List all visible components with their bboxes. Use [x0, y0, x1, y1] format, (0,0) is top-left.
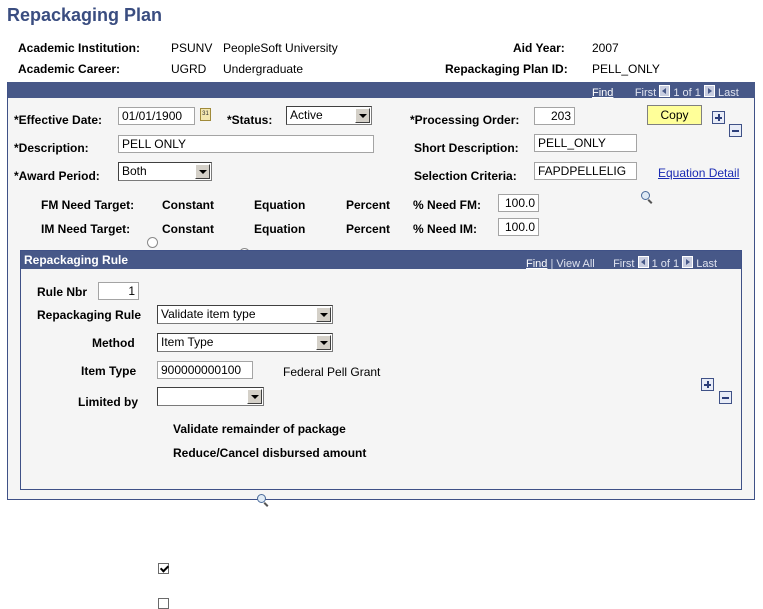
reduce-cancel-label: Reduce/Cancel disbursed amount — [173, 446, 367, 460]
item-type-label: Item Type — [81, 364, 137, 378]
validate-remainder-checkbox[interactable] — [158, 563, 169, 574]
validate-remainder-label: Validate remainder of package — [173, 422, 346, 436]
first-label: First — [634, 87, 657, 99]
equation-detail-link[interactable]: Equation Detail — [658, 166, 739, 180]
award-period-value: Both — [122, 164, 147, 178]
plan-id-value: PELL_ONLY — [592, 62, 660, 76]
im-equation-label: Equation — [254, 222, 306, 236]
previous-icon[interactable] — [659, 85, 671, 97]
fm-constant-radio[interactable] — [147, 237, 158, 248]
processing-order-input[interactable]: 203 — [534, 107, 575, 125]
pct-need-im-label: % Need IM: — [413, 222, 478, 236]
method-label: Method — [92, 336, 135, 350]
delete-rule-icon[interactable] — [719, 391, 732, 404]
description-input[interactable]: PELL ONLY — [118, 135, 374, 153]
add-rule-icon[interactable] — [701, 378, 714, 391]
chevron-down-icon — [316, 335, 331, 350]
reduce-cancel-checkbox[interactable] — [158, 598, 169, 609]
rule-nav: Find | View All First 1 of 1 Last — [526, 256, 717, 270]
im-percent-label: Percent — [346, 222, 391, 236]
delete-row-icon[interactable] — [729, 124, 742, 137]
career-name: Undergraduate — [223, 62, 304, 76]
im-need-target-label: IM Need Target: — [41, 222, 131, 236]
fm-constant-label: Constant — [162, 198, 214, 212]
aid-year-value: 2007 — [592, 41, 619, 55]
award-period-select[interactable]: Both — [118, 162, 212, 181]
next-icon[interactable] — [682, 256, 694, 268]
pct-need-fm-label: % Need FM: — [413, 198, 482, 212]
pct-need-im-input[interactable]: 100.0 — [498, 218, 539, 236]
selection-criteria-input[interactable]: FAPDPELLELIG — [534, 162, 637, 180]
processing-order-label: *Processing Order: — [410, 113, 520, 127]
limited-by-label: Limited by — [78, 395, 139, 409]
plan-nav: Find First 1 of 1 Last — [592, 85, 739, 99]
limited-by-select[interactable] — [157, 387, 264, 406]
career-label: Academic Career: — [18, 62, 121, 76]
effective-date-input[interactable]: 01/01/1900 — [118, 107, 195, 125]
institution-code: PSUNV — [171, 41, 213, 55]
method-select[interactable]: Item Type — [157, 333, 333, 352]
rule-first-label: First — [613, 258, 635, 270]
page-title: Repackaging Plan — [7, 5, 163, 25]
rule-last-label: Last — [696, 258, 718, 270]
rule-nbr-input[interactable]: 1 — [98, 282, 139, 300]
item-type-input[interactable]: 900000000100 — [157, 361, 253, 379]
fm-percent-label: Percent — [346, 198, 391, 212]
short-description-input[interactable]: PELL_ONLY — [534, 134, 637, 152]
rule-nbr-label: Rule Nbr — [37, 285, 88, 299]
fm-need-target-label: FM Need Target: — [41, 198, 135, 212]
nav-separator: | — [550, 258, 554, 270]
im-constant-label: Constant — [162, 222, 214, 236]
status-value: Active — [290, 108, 323, 122]
institution-label: Academic Institution: — [18, 41, 141, 55]
last-label: Last — [717, 87, 739, 99]
find-link[interactable]: Find — [592, 87, 613, 99]
career-code: UGRD — [171, 62, 207, 76]
method-value: Item Type — [161, 335, 214, 349]
institution-name: PeopleSoft University — [223, 41, 338, 55]
repackaging-rule-title: Repackaging Rule — [24, 253, 129, 267]
award-period-label: *Award Period: — [14, 169, 100, 183]
row-count: 1 of 1 — [673, 87, 701, 99]
repackaging-rule-value: Validate item type — [161, 307, 256, 321]
add-row-icon[interactable] — [712, 111, 725, 124]
previous-icon[interactable] — [637, 256, 649, 268]
effective-date-label: *Effective Date: — [14, 113, 103, 127]
pct-need-fm-input[interactable]: 100.0 — [498, 194, 539, 212]
calendar-icon[interactable]: 31 — [200, 108, 211, 121]
search-icon[interactable] — [257, 494, 269, 506]
search-icon[interactable] — [641, 191, 653, 203]
item-type-description: Federal Pell Grant — [283, 365, 381, 379]
rule-find-link[interactable]: Find — [526, 258, 547, 270]
description-label: *Description: — [14, 141, 89, 155]
status-label: *Status: — [227, 113, 273, 127]
repackaging-rule-select[interactable]: Validate item type — [157, 305, 333, 324]
chevron-down-icon — [316, 307, 331, 322]
plan-id-label: Repackaging Plan ID: — [445, 62, 568, 76]
status-select[interactable]: Active — [286, 106, 372, 125]
view-all-link[interactable]: View All — [556, 258, 594, 270]
next-icon[interactable] — [703, 85, 715, 97]
chevron-down-icon — [355, 108, 370, 123]
chevron-down-icon — [247, 389, 262, 404]
copy-button[interactable]: Copy — [647, 105, 702, 125]
fm-equation-label: Equation — [254, 198, 306, 212]
short-description-label: Short Description: — [414, 141, 519, 155]
aid-year-label: Aid Year: — [513, 41, 565, 55]
rule-row-count: 1 of 1 — [651, 258, 680, 270]
selection-criteria-label: Selection Criteria: — [414, 169, 517, 183]
repackaging-rule-label: Repackaging Rule — [37, 308, 142, 322]
chevron-down-icon — [195, 164, 210, 179]
